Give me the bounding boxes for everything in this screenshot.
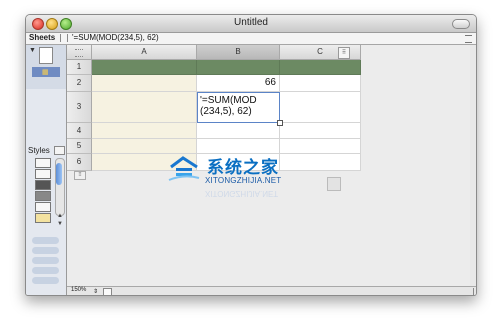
title-bar: Untitled [26,15,476,33]
watermark-chinese-text: 系统之家 [207,158,279,177]
row-header-2[interactable]: 2 [67,75,92,92]
status-bar: 150% ⇕ [67,286,476,295]
cell-b2[interactable]: 66 [197,75,280,92]
table-handle-icon[interactable]: ⠿ [338,47,350,59]
styles-scroll-thumb[interactable] [56,163,62,185]
styles-options-button[interactable] [54,146,65,155]
sheets-list: ▼ ▦ [26,45,66,89]
sidebar-action-button[interactable] [32,267,59,274]
row-header-5[interactable]: 5 [67,139,92,154]
toolbar-toggle-button[interactable] [452,19,470,29]
column-header-b[interactable]: B [197,45,280,60]
grid-corner-icon [75,49,83,57]
table-icon: ▦ [42,69,49,76]
sidebar-action-button[interactable] [32,237,59,244]
row-header-1[interactable]: 1 [67,60,92,75]
styles-label: Styles [28,146,50,155]
formula-input[interactable]: '=SUM(MOD(234,5), 62) [72,33,159,42]
sidebar-action-button[interactable] [32,257,59,264]
watermark-english-text: XITONGZHIJIA.NET [205,176,282,185]
row-header-4[interactable]: 4 [67,123,92,139]
sheet-document-icon[interactable] [39,47,53,64]
style-thumbnail[interactable] [35,158,51,168]
sidebar-action-button[interactable] [32,247,59,254]
grid-corner[interactable] [67,45,92,60]
disclosure-triangle-icon[interactable]: ▼ [29,47,36,54]
zoom-level[interactable]: 150% [71,287,86,293]
formula-bar-splitter[interactable] [60,34,68,42]
cell-a2[interactable] [92,75,197,92]
style-thumbnail[interactable] [35,169,51,179]
app-window: Untitled Sheets '=SUM(MOD(234,5), 62) ▼ … [25,14,477,296]
cell-b4[interactable] [197,123,280,139]
sidebar-action-button[interactable] [32,277,59,284]
row-header-3[interactable]: 3 [67,92,92,123]
zoom-stepper-icon[interactable]: ⇕ [93,288,98,295]
scroll-up-icon[interactable]: ▲ [57,213,63,219]
cell-a1[interactable] [92,60,197,75]
add-row-handle-icon[interactable]: ⠿ [74,171,86,180]
scroll-down-icon[interactable]: ▼ [57,221,63,227]
cell-c2[interactable] [280,75,361,92]
cell-b3-editor[interactable]: '=SUM(MOD (234,5), 62) [197,92,280,123]
formula-bar-menu-icon[interactable] [465,35,472,43]
cell-c4[interactable] [280,123,361,139]
cell-a4[interactable] [92,123,197,139]
cell-a3[interactable] [92,92,197,123]
cell-resize-handle[interactable] [277,120,283,126]
watermark-reflection: XITONGZHIJIA.NET [205,189,279,198]
formula-bar: Sheets '=SUM(MOD(234,5), 62) [26,33,476,45]
column-header-a[interactable]: A [92,45,197,60]
cell-c3[interactable] [280,92,361,123]
window-title: Untitled [234,17,268,28]
page-corner-icon [327,177,341,191]
style-thumbnail[interactable] [35,191,51,201]
sheets-sidebar: ▼ ▦ Styles ▲ ▼ [26,45,67,295]
sheets-label: Sheets [29,33,56,42]
cell-value: 66 [264,77,276,88]
style-thumbnail[interactable] [35,213,51,223]
watermark: 系统之家 XITONGZHIJIA.NET XITONGZHIJIA.NET [167,149,347,201]
window-resize-grip[interactable] [466,288,474,295]
sheet-item-table[interactable]: ▦ [32,67,60,77]
row-header-6[interactable]: 6 [67,154,92,171]
page-view-button[interactable] [103,288,112,295]
editor-text-line-1: '=SUM(MOD [200,95,257,106]
editor-text-line-2: (234,5), 62) [200,106,252,117]
style-thumbnail[interactable] [35,202,51,212]
watermark-logo-icon [168,156,200,181]
spreadsheet-grid: A B C ⠿ 1 2 3 4 5 6 ⠿ 66 '=SUM(MOD (234,… [67,45,470,286]
style-thumbnail[interactable] [35,180,51,190]
cell-b1[interactable] [197,60,280,75]
cell-c1[interactable] [280,60,361,75]
